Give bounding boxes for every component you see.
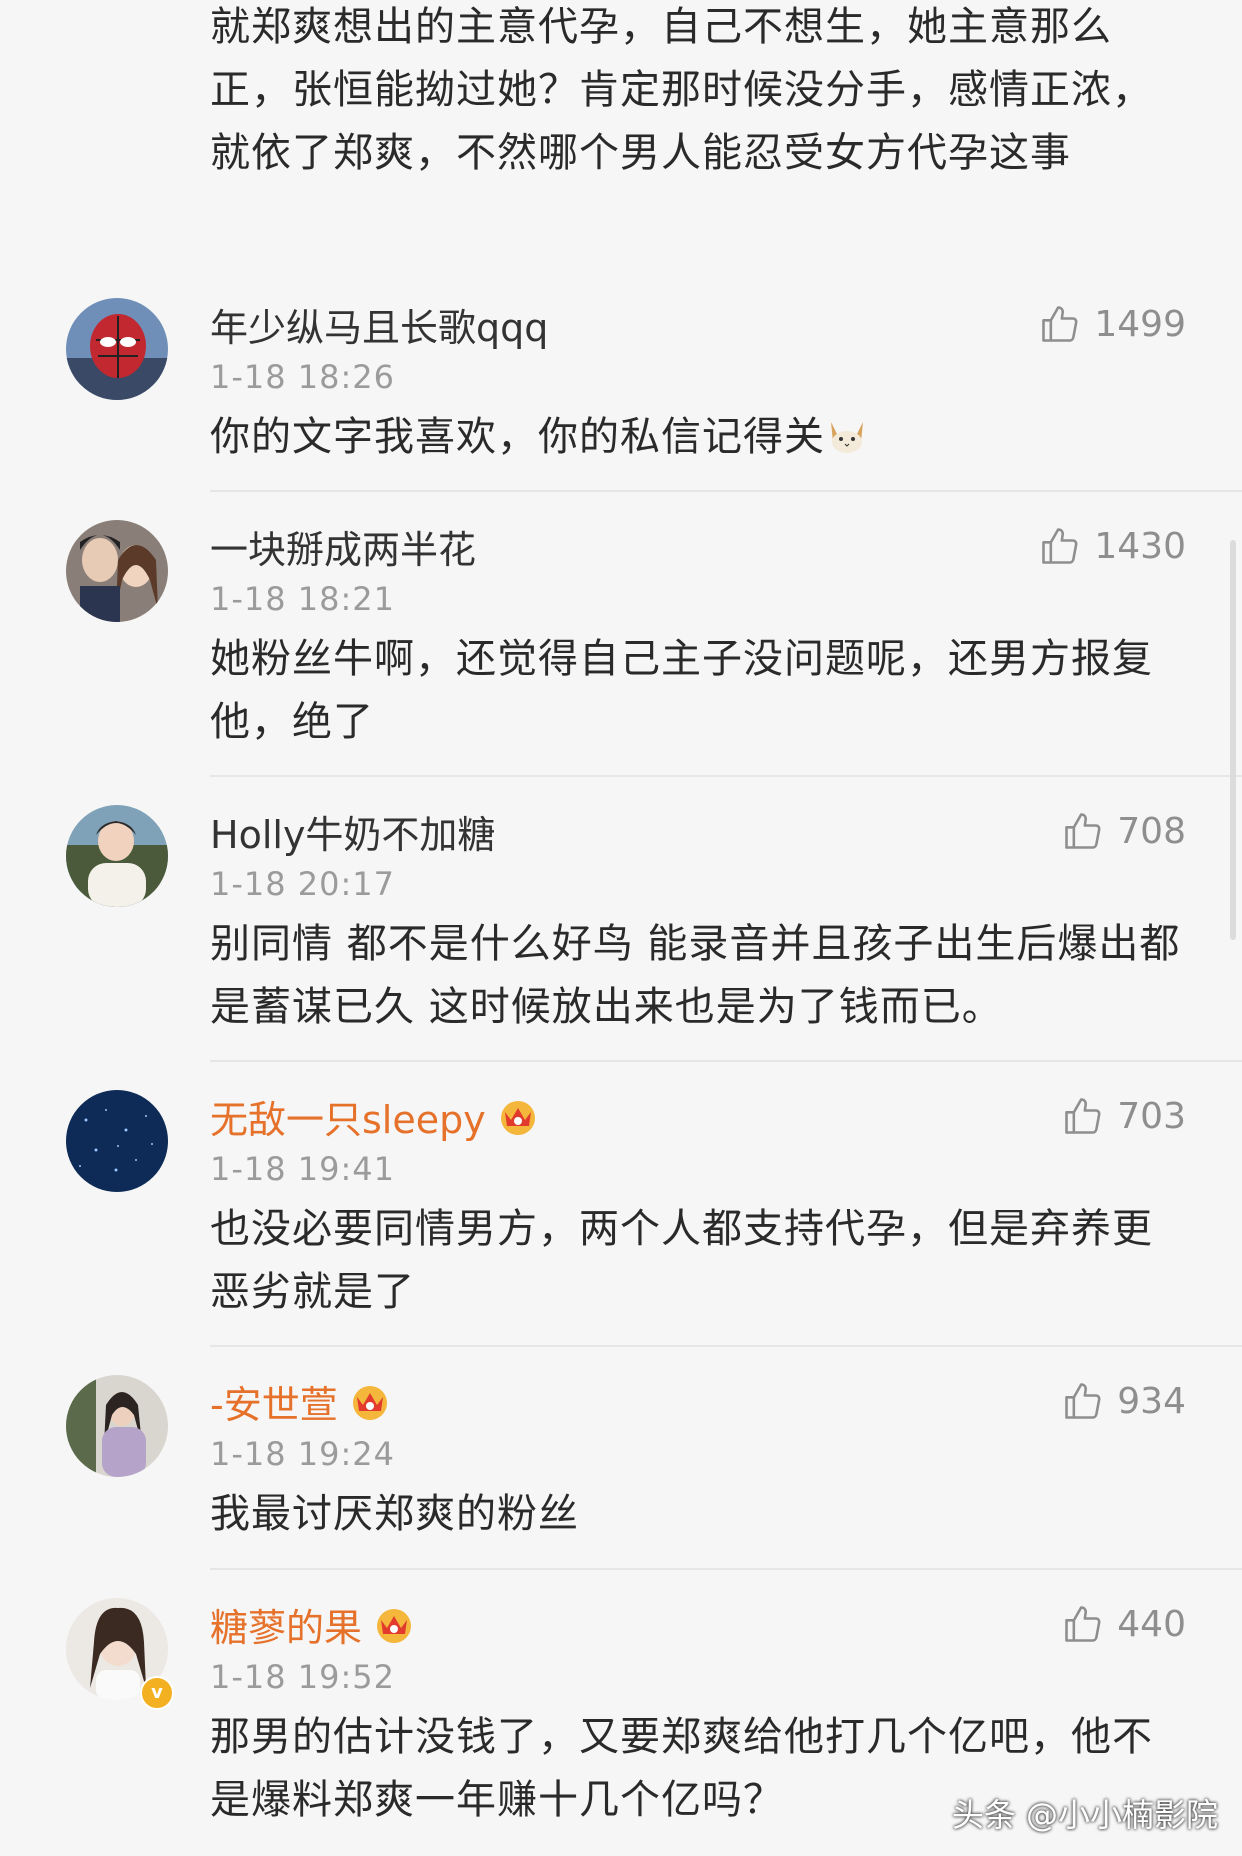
comment-author[interactable]: Holly牛奶不加糖 (210, 804, 495, 859)
like-count: 703 (1117, 1095, 1186, 1137)
like-button[interactable]: 1499 (1038, 302, 1186, 346)
avatar[interactable] (66, 298, 168, 400)
comment-text: 也没必要同情男方，两个人都支持代孕，但是弃养更恶劣就是了 (210, 1206, 1153, 1315)
avatar[interactable] (66, 1090, 168, 1192)
thumbs-up-icon (1065, 1606, 1101, 1642)
comment-author[interactable]: 年少纵马且长歌qqq (210, 297, 548, 352)
comment-text: 你的文字我喜欢，你的私信记得关 (210, 406, 1190, 469)
avatar[interactable] (66, 805, 168, 907)
thumbs-up-icon (1065, 813, 1101, 849)
like-button[interactable]: 1430 (1038, 524, 1186, 568)
like-count: 440 (1117, 1603, 1186, 1645)
verified-badge-icon: v (140, 1676, 174, 1710)
thumbs-up-icon (1042, 306, 1078, 342)
divider (210, 490, 1242, 492)
like-count: 1499 (1094, 303, 1186, 345)
avatar[interactable] (66, 1375, 168, 1477)
divider (210, 775, 1242, 777)
comment-author[interactable]: 无敌一只sleepy (210, 1089, 486, 1144)
comment-author[interactable]: 一块掰成两半花 (210, 519, 476, 574)
comment-time: 1-18 19:24 (210, 1435, 396, 1473)
thumbs-up-icon (1065, 1098, 1101, 1134)
thumbs-up-icon (1042, 528, 1078, 564)
like-button[interactable]: 934 (1061, 1379, 1186, 1423)
like-button[interactable]: 440 (1061, 1602, 1186, 1646)
divider (210, 1345, 1242, 1347)
like-button[interactable]: 703 (1061, 1094, 1186, 1138)
comment-time: 1-18 20:17 (210, 865, 396, 903)
crown-icon (377, 1609, 412, 1643)
like-count: 934 (1117, 1380, 1186, 1422)
thumbs-up-icon (1065, 1383, 1101, 1419)
like-button[interactable]: 708 (1061, 809, 1186, 853)
divider (210, 1060, 1242, 1062)
like-count: 1430 (1094, 525, 1186, 567)
scrollbar[interactable] (1230, 540, 1236, 940)
cat-face-icon (831, 422, 863, 453)
comment-time: 1-18 19:41 (210, 1150, 396, 1188)
crown-icon (352, 1386, 387, 1420)
comment-time: 1-18 18:26 (210, 358, 396, 396)
comment-time: 1-18 18:21 (210, 580, 396, 618)
comment-text: 我最讨厌郑爽的粉丝 (210, 1491, 579, 1537)
previous-comment-text: 就郑爽想出的主意代孕，自己不想生，她主意那么正，张恒能拗过她？肯定那时候没分手，… (210, 4, 1153, 176)
crown-icon (500, 1101, 535, 1135)
comment-author[interactable]: -安世萱 (210, 1374, 338, 1429)
avatar[interactable] (66, 520, 168, 622)
divider (210, 1568, 1242, 1570)
watermark: 头条 @小小楠影院 (951, 1796, 1218, 1834)
comment-text: 别同情 都不是什么好鸟 能录音并且孩子出生后爆出都是蓄谋已久 这时候放出来也是为… (210, 921, 1181, 1030)
comment-text: 她粉丝牛啊，还觉得自己主子没问题呢，还男方报复他，绝了 (210, 636, 1153, 745)
comment-time: 1-18 19:52 (210, 1658, 396, 1696)
comment-author[interactable]: 糖蓼的果 (210, 1597, 362, 1652)
like-count: 708 (1117, 810, 1186, 852)
